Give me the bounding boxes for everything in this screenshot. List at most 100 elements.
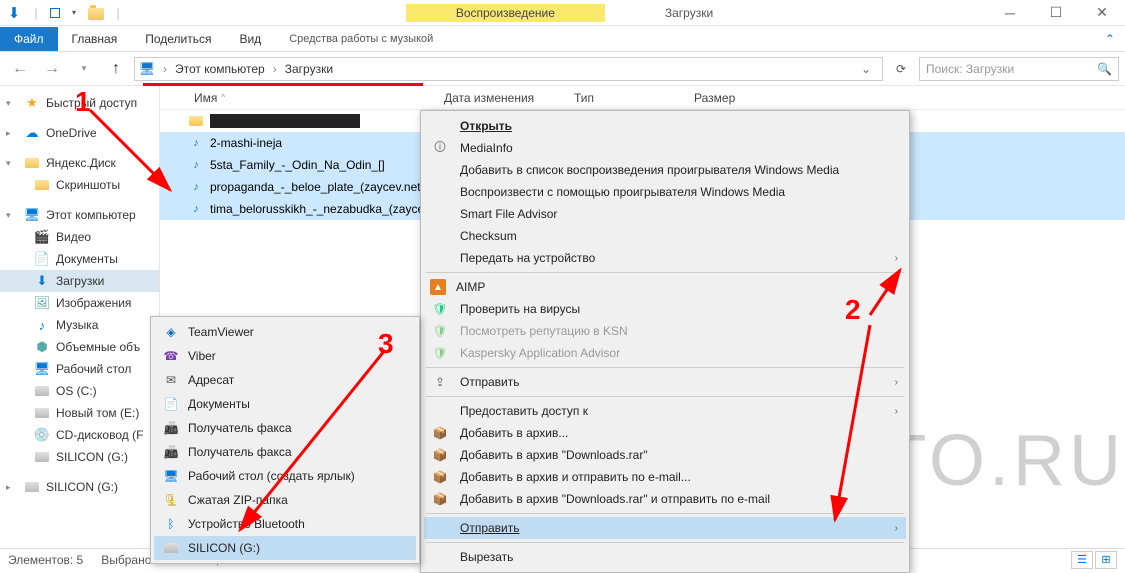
ctx-scan[interactable]: 🛡Проверить на вирусы: [424, 298, 906, 320]
nav-quick-access[interactable]: ▾★Быстрый доступ: [0, 92, 159, 114]
nav-this-pc[interactable]: ▾🖥Этот компьютер: [0, 204, 159, 226]
ctx-open[interactable]: Открыть: [424, 115, 906, 137]
ctx-ksn[interactable]: 🛡Посмотреть репутацию в KSN: [424, 320, 906, 342]
folder-icon: [188, 113, 204, 129]
address-dropdown-icon[interactable]: ⌄: [854, 62, 878, 76]
ctx-aimp[interactable]: ▲AIMP: [424, 276, 906, 298]
ctx-send-to[interactable]: Отправить›: [424, 517, 906, 539]
cloud-icon: ☁: [24, 125, 40, 141]
col-type[interactable]: Тип: [564, 91, 684, 105]
nav-pictures[interactable]: 🖼Изображения: [0, 292, 159, 314]
col-size[interactable]: Размер: [684, 91, 764, 105]
submenu-teamviewer[interactable]: ◈TeamViewer: [154, 320, 416, 344]
col-date[interactable]: Дата изменения: [434, 91, 564, 105]
ctx-kaa[interactable]: 🛡Kaspersky Application Advisor: [424, 342, 906, 364]
chevron-right-icon[interactable]: ›: [159, 62, 171, 76]
bluetooth-icon: ᛒ: [162, 515, 180, 533]
nav-music[interactable]: ♪Музыка: [0, 314, 159, 336]
ctx-wmp-add[interactable]: Добавить в список воспроизведения проигр…: [424, 159, 906, 181]
zip-icon: 🗜: [162, 491, 180, 509]
nav-cd-drive[interactable]: 💿CD-дисковод (F: [0, 424, 159, 446]
close-button[interactable]: ✕: [1079, 0, 1125, 26]
nav-silicon-g2[interactable]: ▸SILICON (G:): [0, 476, 159, 498]
winrar-icon: 📦: [430, 446, 450, 464]
folder-icon: [34, 177, 50, 193]
nav-videos[interactable]: 🎬Видео: [0, 226, 159, 248]
maximize-button[interactable]: ☐: [1033, 0, 1079, 26]
tab-file[interactable]: Файл: [0, 27, 58, 51]
sort-icon: ^: [221, 93, 225, 102]
ctx-cut[interactable]: Вырезать: [424, 546, 906, 568]
search-input[interactable]: Поиск: Загрузки 🔍: [919, 57, 1119, 81]
submenu-fax[interactable]: 📠Получатель факса: [154, 416, 416, 440]
minimize-button[interactable]: ─: [987, 0, 1033, 26]
nav-new-tom-e[interactable]: Новый том (E:): [0, 402, 159, 424]
submenu-zip[interactable]: 🗜Сжатая ZIP-папка: [154, 488, 416, 512]
viber-icon: ☎: [162, 347, 180, 365]
file-name: tima_belorusskikh_-_nezabudka_(zaycev...: [210, 202, 439, 216]
desktop-icon: 🖥: [162, 467, 180, 485]
ctx-rar-email[interactable]: 📦Добавить в архив и отправить по e-mail.…: [424, 466, 906, 488]
ribbon-expand-icon[interactable]: ⌃: [1105, 32, 1125, 46]
nav-desktop[interactable]: 🖥Рабочий стол: [0, 358, 159, 380]
ctx-rar-downloads-email[interactable]: 📦Добавить в архив "Downloads.rar" и отпр…: [424, 488, 906, 510]
nav-downloads[interactable]: ⬇Загрузки: [0, 270, 159, 292]
submenu-silicon-g[interactable]: SILICON (G:): [154, 536, 416, 560]
submenu-mail[interactable]: ✉Адресат: [154, 368, 416, 392]
ctx-rar-downloads[interactable]: 📦Добавить в архив "Downloads.rar": [424, 444, 906, 466]
submenu-documents[interactable]: 📄Документы: [154, 392, 416, 416]
ctx-give-access[interactable]: Предоставить доступ к›: [424, 400, 906, 422]
details-view-button[interactable]: ☰: [1071, 551, 1093, 569]
nav-onedrive[interactable]: ▸☁OneDrive: [0, 122, 159, 144]
ctx-cast[interactable]: Передать на устройство›: [424, 247, 906, 269]
separator: [426, 513, 904, 514]
tab-music-tools[interactable]: Средства работы с музыкой: [275, 28, 447, 50]
share-icon: ⇪: [430, 373, 450, 391]
search-icon[interactable]: 🔍: [1097, 62, 1112, 76]
submenu-desktop-shortcut[interactable]: 🖥Рабочий стол (создать ярлык): [154, 464, 416, 488]
quick-access-toolbar: ⬇ | ▾ |: [0, 5, 132, 21]
up-button[interactable]: ↑: [102, 55, 130, 83]
submenu-viber[interactable]: ☎Viber: [154, 344, 416, 368]
qat-dropdown-icon[interactable]: ▾: [66, 5, 82, 21]
usb-icon: [34, 449, 50, 465]
music-icon: ♪: [34, 317, 50, 333]
usb-icon: [24, 479, 40, 495]
forward-button[interactable]: →: [38, 55, 66, 83]
history-dropdown[interactable]: ▾: [70, 55, 98, 83]
breadcrumb-bar[interactable]: 🖥 › Этот компьютер › Загрузки ⌄: [134, 57, 883, 81]
ctx-smart-file[interactable]: Smart File Advisor: [424, 203, 906, 225]
submenu-fax2[interactable]: 📠Получатель факса: [154, 440, 416, 464]
breadcrumb-root[interactable]: Этот компьютер: [175, 62, 265, 76]
tab-home[interactable]: Главная: [58, 27, 132, 51]
nav-yandex-disk[interactable]: ▾Яндекс.Диск: [0, 152, 159, 174]
ctx-wmp-play[interactable]: Воспроизвести с помощью проигрывателя Wi…: [424, 181, 906, 203]
winrar-icon: 📦: [430, 424, 450, 442]
col-name[interactable]: Имя^: [184, 91, 434, 105]
nav-os-c[interactable]: OS (C:): [0, 380, 159, 402]
down-arrow-icon[interactable]: ⬇: [6, 5, 22, 21]
nav-documents[interactable]: 📄Документы: [0, 248, 159, 270]
nav-3d-objects[interactable]: ⬢Объемные объ: [0, 336, 159, 358]
refresh-button[interactable]: ⟳: [887, 62, 915, 76]
chevron-right-icon: ›: [895, 377, 898, 388]
folder-icon: [24, 155, 40, 171]
separator: [426, 272, 904, 273]
ctx-checksum[interactable]: Checksum: [424, 225, 906, 247]
nav-silicon-g[interactable]: SILICON (G:): [0, 446, 159, 468]
ctx-share[interactable]: ⇪Отправить›: [424, 371, 906, 393]
ctx-rar-add[interactable]: 📦Добавить в архив...: [424, 422, 906, 444]
nav-screenshots[interactable]: Скриншоты: [0, 174, 159, 196]
submenu-bluetooth[interactable]: ᛒУстройство Bluetooth: [154, 512, 416, 536]
back-button[interactable]: ←: [6, 55, 34, 83]
ctx-mediainfo[interactable]: 🛈MediaInfo: [424, 137, 906, 159]
icons-view-button[interactable]: ⊞: [1095, 551, 1117, 569]
tab-view[interactable]: Вид: [225, 27, 275, 51]
audio-icon: ♪: [188, 201, 204, 217]
chevron-right-icon[interactable]: ›: [269, 62, 281, 76]
qat-separator: |: [28, 5, 44, 21]
checkbox-icon[interactable]: [50, 8, 60, 18]
breadcrumb-folder[interactable]: Загрузки: [285, 62, 333, 76]
title-bar: ⬇ | ▾ | Воспроизведение Загрузки ─ ☐ ✕: [0, 0, 1125, 26]
tab-share[interactable]: Поделиться: [131, 27, 225, 51]
